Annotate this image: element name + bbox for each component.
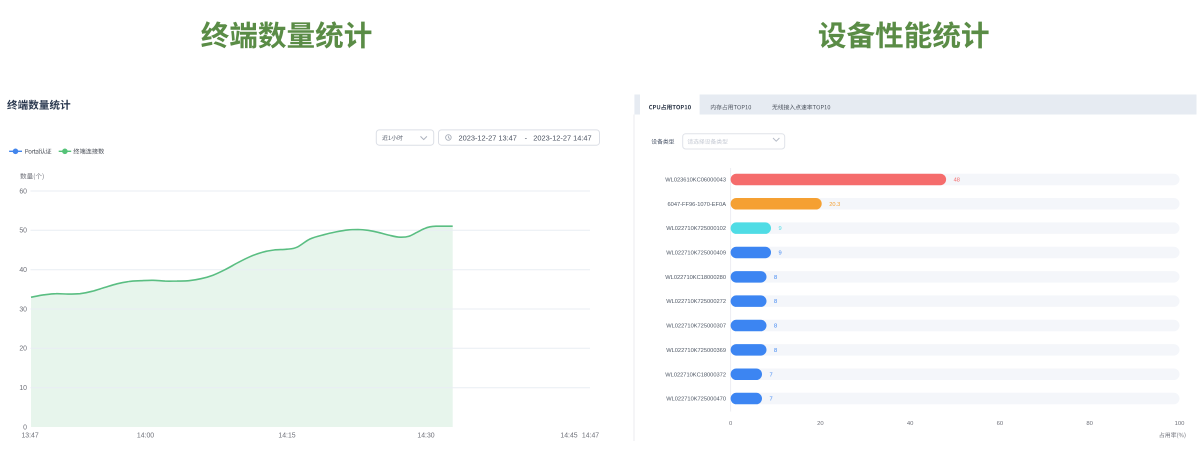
- svg-text:WL022710KC18000372: WL022710KC18000372: [665, 372, 726, 378]
- svg-text:9: 9: [779, 251, 782, 257]
- svg-text:60: 60: [997, 421, 1004, 427]
- svg-text:8: 8: [774, 299, 777, 305]
- svg-text:0: 0: [729, 421, 733, 427]
- svg-text:WL022710K725000272: WL022710K725000272: [666, 299, 726, 305]
- svg-text:WL022710K725000409: WL022710K725000409: [666, 251, 726, 257]
- svg-text:2023-12-27 14:47: 2023-12-27 14:47: [533, 134, 591, 143]
- svg-text:14:15: 14:15: [278, 433, 295, 440]
- svg-text:60: 60: [19, 188, 27, 195]
- svg-text:6047-FF96-1070-EF0A: 6047-FF96-1070-EF0A: [668, 202, 727, 208]
- svg-text:14:00: 14:00: [137, 433, 154, 440]
- svg-text:30: 30: [19, 306, 27, 313]
- svg-text:40: 40: [907, 421, 914, 427]
- svg-text:14:30: 14:30: [417, 433, 434, 440]
- svg-text:WL022710K725000307: WL022710K725000307: [666, 324, 726, 330]
- svg-text:13:47: 13:47: [21, 433, 38, 440]
- svg-text:14:45: 14:45: [560, 433, 577, 440]
- svg-text:8: 8: [774, 348, 777, 354]
- svg-text:20.3: 20.3: [829, 202, 840, 208]
- svg-text:9: 9: [779, 226, 782, 232]
- svg-text:7: 7: [770, 397, 773, 403]
- svg-text:14:47: 14:47: [582, 433, 599, 440]
- svg-text:WL022710K725000102: WL022710K725000102: [666, 226, 726, 232]
- svg-text:80: 80: [1086, 421, 1093, 427]
- svg-text:40: 40: [19, 267, 27, 274]
- svg-text:2023-12-27 13:47: 2023-12-27 13:47: [459, 134, 517, 143]
- svg-text:20: 20: [817, 421, 824, 427]
- svg-text:WL022710K725000369: WL022710K725000369: [666, 348, 726, 354]
- svg-text:50: 50: [19, 228, 27, 235]
- svg-text:100: 100: [1175, 421, 1186, 427]
- svg-text:48: 48: [954, 178, 960, 184]
- svg-text:WL022710KC18000280: WL022710KC18000280: [665, 275, 726, 281]
- svg-text:10: 10: [19, 385, 27, 392]
- svg-text:WL022710K725000470: WL022710K725000470: [666, 397, 726, 403]
- svg-text:20: 20: [19, 346, 27, 353]
- svg-text:7: 7: [770, 372, 773, 378]
- svg-text:0: 0: [23, 424, 27, 431]
- svg-text:8: 8: [774, 275, 777, 281]
- svg-text:WL023610KC06000043: WL023610KC06000043: [665, 178, 726, 184]
- svg-text:8: 8: [774, 324, 777, 330]
